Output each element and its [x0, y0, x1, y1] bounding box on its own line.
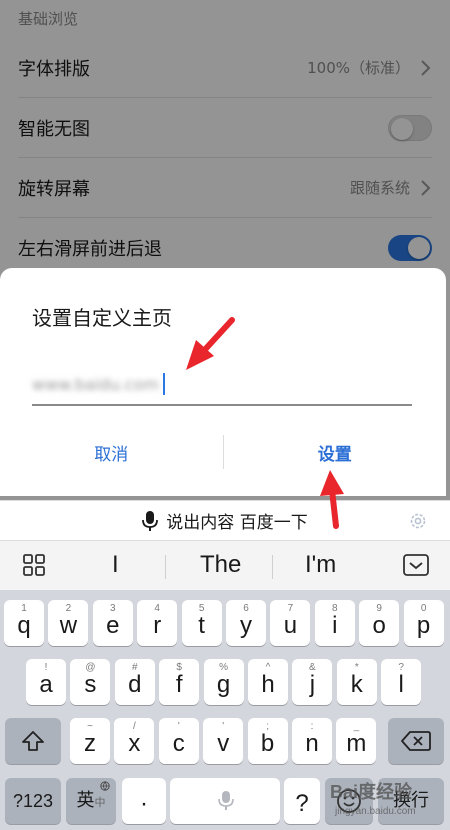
key-m[interactable]: _ m — [336, 718, 377, 764]
key-label: w — [59, 612, 78, 639]
key-q[interactable]: 1q — [4, 600, 44, 646]
key-j[interactable]: & j — [292, 659, 333, 705]
voice-bar-text: 说出内容 百度一下 — [166, 513, 308, 533]
key-label: u — [283, 612, 298, 639]
language-switch-key[interactable]: 英中 — [66, 778, 116, 824]
key-b[interactable]: ; b — [247, 718, 288, 764]
key-label: z — [84, 730, 96, 757]
key-label: x — [128, 730, 141, 757]
set-button[interactable]: 设置 — [224, 440, 447, 465]
key-label: s — [84, 671, 97, 698]
key-label: c — [172, 730, 185, 757]
key-v[interactable]: ' v — [203, 718, 244, 764]
key-label: e — [106, 612, 120, 639]
key-t[interactable]: 5t — [181, 600, 222, 646]
custom-homepage-dialog: 设置自定义主页 www.baidu.com 取消 设置 — [0, 268, 446, 496]
suggestion-1[interactable]: I — [112, 551, 119, 579]
key-label: m — [346, 730, 367, 757]
key-s[interactable]: @ s — [70, 659, 111, 705]
suggestion-divider — [165, 555, 166, 579]
voice-input-bar[interactable]: 说出内容 百度一下 — [0, 500, 450, 540]
dot-key[interactable]: · — [122, 778, 166, 824]
key-f[interactable]: $ f — [159, 659, 200, 705]
key-label: ? — [295, 790, 309, 817]
suggestion-2[interactable]: The — [200, 551, 241, 579]
key-label: v — [217, 730, 230, 757]
key-label: l — [398, 671, 404, 698]
key-g[interactable]: % g — [203, 659, 244, 705]
space-key[interactable] — [170, 778, 280, 824]
key-e[interactable]: 3e — [92, 600, 133, 646]
key-label: t — [198, 612, 205, 639]
homepage-url-input[interactable]: www.baidu.com — [32, 364, 412, 406]
microphone-icon — [218, 791, 234, 810]
cancel-button[interactable]: 取消 — [0, 440, 223, 465]
key-label: o — [372, 612, 386, 639]
key-l[interactable]: ? l — [381, 659, 422, 705]
key-label: h — [261, 671, 275, 698]
key-label: r — [153, 612, 162, 639]
key-h[interactable]: ^ h — [248, 659, 288, 705]
backspace-icon — [401, 731, 431, 751]
key-label: a — [39, 671, 53, 698]
dialog-title: 设置自定义主页 — [32, 306, 172, 330]
key-sub-label: 中 — [94, 797, 106, 809]
key-label: k — [350, 671, 363, 698]
backspace-key[interactable] — [388, 718, 444, 764]
key-p[interactable]: 0p — [403, 600, 444, 646]
key-c[interactable]: ' c — [158, 718, 199, 764]
key-x[interactable]: / x — [114, 718, 155, 764]
key-label: 英 — [76, 790, 95, 810]
key-n[interactable]: :n — [292, 718, 332, 764]
question-mark-key[interactable]: ? — [284, 778, 320, 824]
key-i[interactable]: 8i — [314, 600, 355, 646]
suggestion-divider — [272, 555, 273, 579]
key-label: y — [240, 612, 252, 639]
grid-menu-icon[interactable] — [22, 553, 46, 577]
key-a[interactable]: ! a — [26, 659, 66, 705]
key-z[interactable]: ~ z — [70, 718, 110, 764]
key-label: i — [332, 612, 338, 639]
suggestion-bar: I The I'm — [0, 540, 450, 590]
gear-icon[interactable] — [408, 511, 428, 531]
key-k[interactable]: * k — [336, 659, 377, 705]
key-w[interactable]: 2w — [48, 600, 89, 646]
key-label: j — [309, 671, 316, 698]
key-label: b — [260, 730, 275, 757]
key-label: · — [140, 790, 148, 817]
globe-icon — [100, 781, 110, 791]
key-label: n — [305, 730, 319, 757]
watermark-url: jingyan.baidu.com — [335, 806, 416, 817]
key-label: g — [216, 671, 231, 698]
key-r[interactable]: 4r — [137, 600, 178, 646]
numbers-key[interactable]: ?123 — [5, 778, 61, 824]
shift-arrow-icon — [22, 731, 44, 751]
key-label: ?123 — [12, 791, 54, 811]
suggestion-3[interactable]: I'm — [305, 551, 336, 579]
key-label: d — [128, 671, 142, 698]
text-caret — [162, 373, 165, 395]
key-y[interactable]: 6y — [226, 600, 266, 646]
hide-keyboard-icon[interactable] — [402, 553, 430, 577]
key-d[interactable]: # d — [114, 659, 155, 705]
url-text: www.baidu.com — [32, 374, 159, 394]
key-label: p — [416, 612, 431, 639]
watermark-brand: Bai度经验 — [330, 782, 413, 802]
key-o[interactable]: 9o — [359, 600, 400, 646]
key-label: q — [17, 612, 31, 639]
microphone-icon — [142, 510, 159, 531]
shift-key[interactable] — [5, 718, 61, 764]
dialog-buttons: 取消 设置 — [0, 432, 446, 472]
key-label: f — [175, 671, 183, 698]
key-u[interactable]: 7u — [270, 600, 311, 646]
